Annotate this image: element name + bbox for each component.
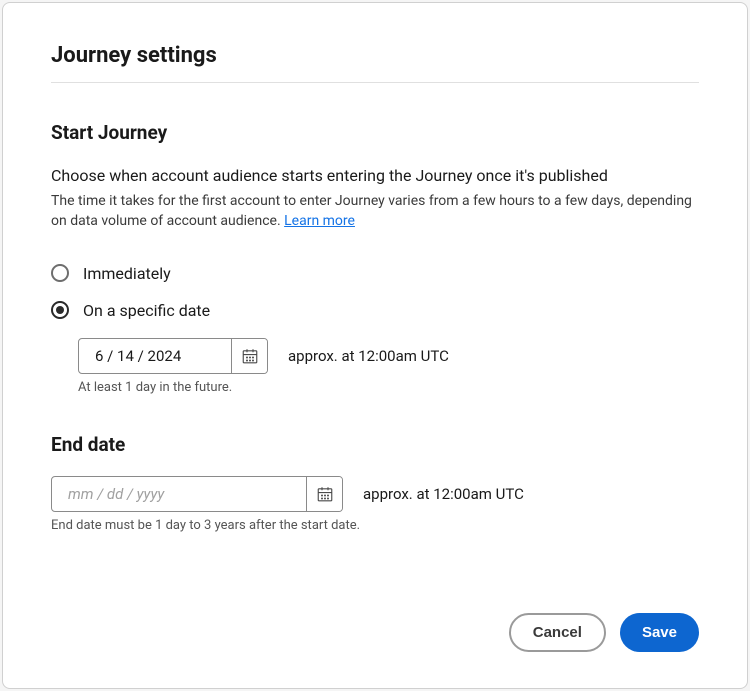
radio-immediately[interactable]: Immediately <box>51 264 699 283</box>
radio-icon <box>51 264 69 282</box>
end-date-calendar-button[interactable] <box>306 477 342 511</box>
end-date-heading: End date <box>51 433 699 456</box>
dialog-footer: Cancel Save <box>51 585 699 652</box>
radio-immediately-label: Immediately <box>83 264 171 283</box>
learn-more-link[interactable]: Learn more <box>284 213 355 229</box>
end-date-approx-label: approx. at 12:00am UTC <box>363 485 524 503</box>
cancel-button[interactable]: Cancel <box>509 613 606 652</box>
start-journey-description: Choose when account audience starts ente… <box>51 164 699 187</box>
start-date-hint: At least 1 day in the future. <box>78 380 699 395</box>
save-button[interactable]: Save <box>620 613 699 652</box>
journey-settings-dialog: Journey settings Start Journey Choose wh… <box>2 2 748 689</box>
start-journey-hint: The time it takes for the first account … <box>51 191 699 232</box>
start-journey-heading: Start Journey <box>51 121 699 144</box>
radio-specific-date[interactable]: On a specific date <box>51 301 699 320</box>
start-date-input[interactable]: 6 / 14 / 2024 <box>79 339 231 373</box>
start-timing-radio-group: Immediately On a specific date 6 / 14 / … <box>51 264 699 395</box>
start-date-approx-label: approx. at 12:00am UTC <box>288 347 449 365</box>
end-date-input[interactable]: mm / dd / yyyy <box>52 477 306 511</box>
radio-specific-date-label: On a specific date <box>83 301 210 320</box>
end-date-hint: End date must be 1 day to 3 years after … <box>51 518 699 533</box>
end-date-field[interactable]: mm / dd / yyyy <box>51 476 343 512</box>
start-journey-hint-text: The time it takes for the first account … <box>51 193 692 229</box>
radio-icon-selected <box>51 301 69 319</box>
start-date-calendar-button[interactable] <box>231 339 267 373</box>
start-date-field[interactable]: 6 / 14 / 2024 <box>78 338 268 374</box>
calendar-icon <box>316 485 334 503</box>
dialog-title: Journey settings <box>51 43 699 83</box>
calendar-icon <box>241 347 259 365</box>
